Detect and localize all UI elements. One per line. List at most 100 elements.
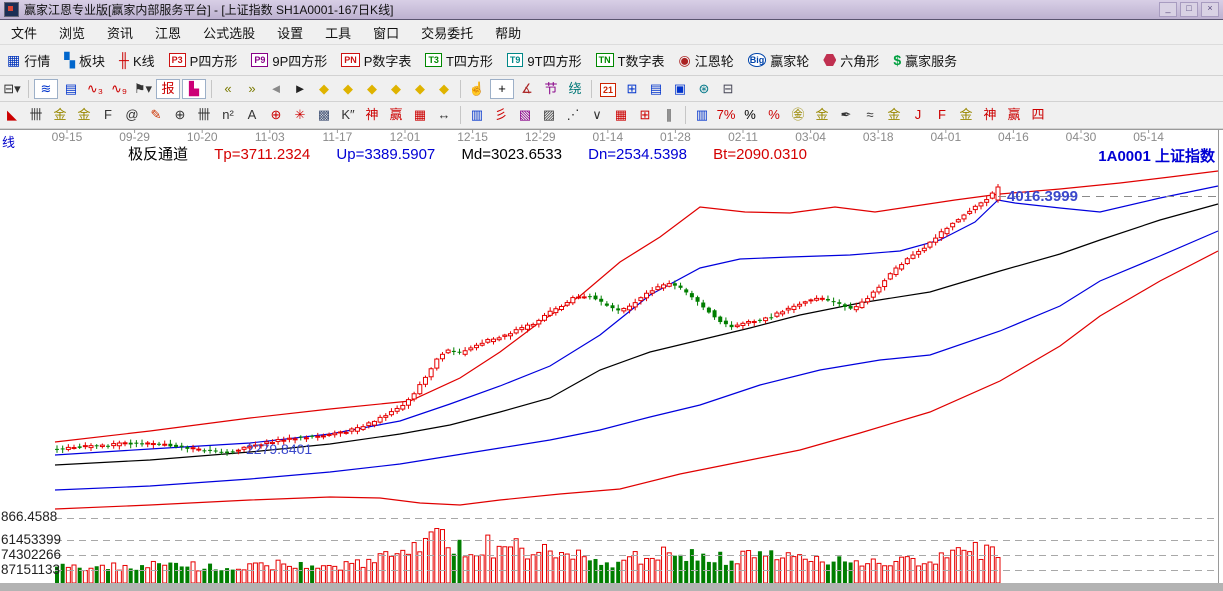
menu-item-2[interactable]: 浏览 <box>48 23 96 42</box>
si-angle-icon[interactable]: 四 <box>1027 106 1049 124</box>
notes-icon[interactable]: ▤ <box>645 80 667 98</box>
gold-underline-icon[interactable]: 金 <box>883 106 905 124</box>
layout-combo-icon[interactable]: ⊟▾ <box>1 80 23 98</box>
percent-line-icon[interactable]: % <box>763 106 785 124</box>
j-angle-icon[interactable]: J <box>907 106 929 124</box>
wave-chart-icon[interactable]: ≋ <box>34 79 58 99</box>
gold-circle-icon[interactable]: ㊎ <box>787 106 809 124</box>
menu-item-6[interactable]: 设置 <box>266 23 314 42</box>
quote-bars-icon[interactable]: ▥ <box>466 106 488 124</box>
menu-item-8[interactable]: 窗口 <box>362 23 410 42</box>
menu-item-10[interactable]: 帮助 <box>484 23 532 42</box>
menu-item-1[interactable]: 文件 <box>0 23 48 42</box>
grid-123-icon[interactable]: ▦ <box>409 106 431 124</box>
print-icon[interactable]: ⊟ <box>717 80 739 98</box>
gann-step-right-icon[interactable]: ◆ <box>337 80 359 98</box>
first-page-icon[interactable]: « <box>217 80 239 98</box>
flag-dropdown-icon[interactable]: ⚑▾ <box>132 80 154 98</box>
gann-wheel-button[interactable]: ◉江恩轮 <box>672 51 741 70</box>
kline-3-icon[interactable]: ∿₃ <box>84 80 106 98</box>
gold-ruler-icon[interactable]: 金 <box>49 106 71 124</box>
kline-9-icon[interactable]: ∿₉ <box>108 80 130 98</box>
color-chart-icon[interactable]: ▙ <box>182 79 206 99</box>
volume-profile-icon[interactable]: ▥ <box>691 106 713 124</box>
measure-angle-icon[interactable]: ∡ <box>516 80 538 98</box>
bottom-scrollbar[interactable] <box>0 583 1223 591</box>
brush-icon[interactable]: ◣ <box>1 106 23 124</box>
crosshair-circle-icon[interactable]: ⊕ <box>265 106 287 124</box>
gann-expand-icon[interactable]: ◆ <box>361 80 383 98</box>
blocks-button[interactable]: ▚板块 <box>57 51 112 70</box>
a-guide-icon[interactable]: A <box>241 106 263 124</box>
close-button[interactable]: × <box>1201 2 1219 17</box>
width-arrows-icon[interactable]: ↔ <box>433 106 455 124</box>
t-square-button[interactable]: T3T四方形 <box>418 51 499 70</box>
maximize-button[interactable]: □ <box>1180 2 1198 17</box>
comb2-ruler-icon[interactable]: 卌 <box>193 106 215 124</box>
last-page-icon[interactable]: » <box>241 80 263 98</box>
trend-lines-icon[interactable]: ⋰ <box>562 106 584 124</box>
menu-item-9[interactable]: 交易委托 <box>410 23 484 42</box>
document-icon[interactable]: ▤ <box>60 80 82 98</box>
globe-save-icon[interactable]: ⊛ <box>693 80 715 98</box>
red-grid2-icon[interactable]: ⊞ <box>634 106 656 124</box>
k-quote-icon[interactable]: K″ <box>337 106 359 124</box>
winner-wheel-button[interactable]: Big赢家轮 <box>741 51 817 70</box>
prev-candle-icon[interactable]: ◄ <box>265 80 287 98</box>
comb-ruler-icon[interactable]: 卌 <box>25 106 47 124</box>
p-square-button[interactable]: P3P四方形 <box>162 51 245 70</box>
menu-item-7[interactable]: 工具 <box>314 23 362 42</box>
t-number-table-button[interactable]: TNT数字表 <box>589 51 672 70</box>
menu-item-5[interactable]: 公式选股 <box>192 23 266 42</box>
pencil-icon[interactable]: ✎ <box>145 106 167 124</box>
v-lines-icon[interactable]: ∨ <box>586 106 608 124</box>
crosshair-tool-icon[interactable]: + <box>490 79 514 99</box>
gold-line-icon[interactable]: 金 <box>811 106 833 124</box>
minimize-button[interactable]: _ <box>1159 2 1177 17</box>
winner-service-button[interactable]: $赢家服务 <box>886 51 964 70</box>
rays-icon[interactable]: 彡 <box>490 106 512 124</box>
grid-box-icon[interactable]: ▩ <box>313 106 335 124</box>
spiral-icon[interactable]: @ <box>121 106 143 124</box>
parallel-lines-icon[interactable]: ∥ <box>658 106 680 124</box>
gann-step-left-icon[interactable]: ◆ <box>313 80 335 98</box>
globe-lines-icon[interactable]: ⊕ <box>169 106 191 124</box>
hand-tool-icon[interactable]: ☝ <box>466 80 488 98</box>
hexagon-button[interactable]: 六角形 <box>816 51 886 70</box>
n-squared-icon[interactable]: n² <box>217 106 239 124</box>
calendar-icon[interactable]: 21 <box>597 80 619 98</box>
toolbar-separator <box>460 80 461 98</box>
shen-angle-icon[interactable]: 神 <box>979 106 1001 124</box>
p-number-table-button[interactable]: PNP数字表 <box>334 51 418 70</box>
rays-box-icon[interactable]: ▧ <box>514 106 536 124</box>
gann-all-icon[interactable]: ◆ <box>433 80 455 98</box>
9t-square-button[interactable]: T99T四方形 <box>500 51 589 70</box>
next-candle-icon[interactable]: ► <box>289 80 311 98</box>
red-grid-icon[interactable]: ▦ <box>610 106 632 124</box>
percent-icon[interactable]: % <box>739 106 761 124</box>
shen-tool-icon[interactable]: 神 <box>361 106 383 124</box>
pen-flag-icon[interactable]: ✒ <box>835 106 857 124</box>
quotes-button[interactable]: ▦行情 <box>0 51 57 70</box>
rays-box2-icon[interactable]: ▨ <box>538 106 560 124</box>
f-angle-icon[interactable]: F <box>931 106 953 124</box>
teal-tool-icon[interactable]: 绕 <box>564 80 586 98</box>
save-icon[interactable]: ▣ <box>669 80 691 98</box>
wave-tool-icon[interactable]: ≈ <box>859 106 881 124</box>
gold-angle-icon[interactable]: 金 <box>955 106 977 124</box>
gold-ruler2-icon[interactable]: 金 <box>73 106 95 124</box>
f-ruler-icon[interactable]: F <box>97 106 119 124</box>
menu-item-4[interactable]: 江恩 <box>144 23 192 42</box>
ying-angle-icon[interactable]: 赢 <box>1003 106 1025 124</box>
ying-tool-icon[interactable]: 赢 <box>385 106 407 124</box>
kline-button[interactable]: ╫K线 <box>112 51 162 70</box>
gann-grid-icon[interactable]: ◆ <box>409 80 431 98</box>
purple-tool-icon[interactable]: 节 <box>540 80 562 98</box>
gann-shrink-icon[interactable]: ◆ <box>385 80 407 98</box>
9p-square-button[interactable]: P99P四方形 <box>244 51 334 70</box>
seven-pct-icon[interactable]: 7% <box>715 106 737 124</box>
calculator-icon[interactable]: ⊞ <box>621 80 643 98</box>
chinese-mode-icon[interactable]: 报 <box>156 79 180 99</box>
star-grid-icon[interactable]: ✳ <box>289 106 311 124</box>
menu-item-3[interactable]: 资讯 <box>96 23 144 42</box>
